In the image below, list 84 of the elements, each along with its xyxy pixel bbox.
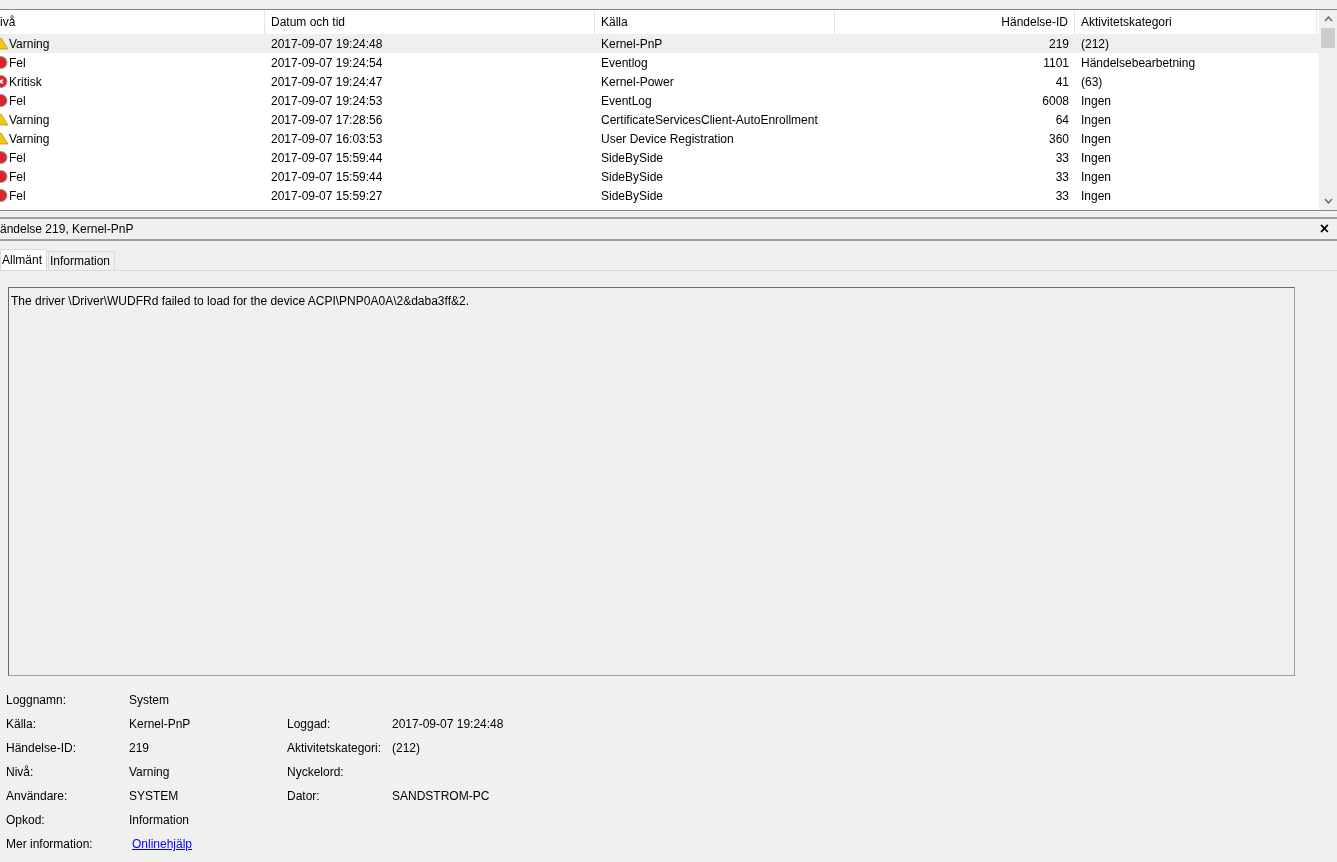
table-cell: 2017-09-07 19:24:47 — [271, 74, 383, 89]
field-label: Användare: — [6, 789, 69, 803]
error-icon — [0, 170, 8, 183]
field-label: Källa: — [6, 717, 38, 731]
scroll-down-icon[interactable] — [1323, 198, 1333, 204]
table-cell: EventLog — [601, 93, 652, 108]
tab[interactable]: Allmänt — [0, 249, 47, 270]
error-icon — [0, 151, 8, 164]
detail-title: ändelse 219, Kernel-PnP — [0, 222, 134, 236]
table-cell: 2017-09-07 16:03:53 — [271, 131, 383, 146]
table-cell: 6008 — [1042, 93, 1069, 108]
field-label: Loggad: — [287, 717, 332, 731]
table-cell: Eventlog — [601, 55, 648, 70]
help-link[interactable]: Onlinehjälp — [132, 837, 193, 851]
table-cell: SideBySide — [601, 150, 664, 165]
field-value: SYSTEM — [129, 789, 180, 803]
table-cell: Varning — [9, 36, 50, 51]
table-cell: SideBySide — [601, 169, 664, 184]
field-value: 2017-09-07 19:24:48 — [392, 717, 505, 731]
table-cell: 2017-09-07 15:59:27 — [271, 188, 383, 203]
field-value: Varning — [129, 765, 171, 779]
field-value: (212) — [392, 741, 421, 755]
field-label: Nyckelord: — [287, 765, 345, 779]
table-cell: Kritisk — [9, 74, 42, 89]
scroll-up-icon[interactable] — [1323, 16, 1333, 22]
field-value: Information — [129, 813, 191, 827]
table-cell: CertificateServicesClient-AutoEnrollment — [601, 112, 818, 127]
field-value: 219 — [129, 741, 151, 755]
table-cell: Varning — [9, 131, 50, 146]
table-cell: 1101 — [1043, 55, 1069, 70]
table-cell: 2017-09-07 19:24:48 — [271, 36, 383, 51]
field-value: Kernel-PnP — [129, 717, 192, 731]
field-value: System — [129, 693, 170, 707]
table-cell: 33 — [1055, 150, 1069, 165]
critical-icon — [0, 75, 8, 88]
table-cell: 2017-09-07 19:24:54 — [271, 55, 383, 70]
table-cell: Ingen — [1081, 188, 1112, 203]
table-cell: User Device Registration — [601, 131, 734, 146]
warning-icon — [0, 113, 8, 126]
table-cell: Kernel-Power — [601, 74, 674, 89]
table-cell: 2017-09-07 19:24:53 — [271, 93, 383, 108]
table-cell: Fel — [9, 150, 26, 165]
table-cell: Ingen — [1081, 169, 1112, 184]
table-cell: 64 — [1055, 112, 1069, 127]
event-row[interactable]: Varning 2017-09-07 19:24:48 Kernel-PnP 219 (212) — [0, 34, 1319, 53]
table-cell: 360 — [1048, 131, 1069, 146]
table-cell: Ingen — [1081, 93, 1112, 108]
table-cell: 2017-09-07 15:59:44 — [271, 169, 383, 184]
table-cell: Fel — [9, 93, 26, 108]
table-cell: (212) — [1081, 36, 1109, 51]
table-cell: 33 — [1055, 169, 1069, 184]
table-cell: Händelsebearbetning — [1081, 55, 1196, 70]
table-cell: SideBySide — [601, 188, 664, 203]
field-label: Opkod: — [6, 813, 46, 827]
table-cell: 2017-09-07 15:59:44 — [271, 150, 383, 165]
table-cell: Fel — [9, 188, 26, 203]
field-label: Dator: — [287, 789, 321, 803]
table-cell: Ingen — [1081, 150, 1112, 165]
table-cell: Ingen — [1081, 112, 1112, 127]
error-icon — [0, 189, 8, 202]
close-button[interactable]: × — [1319, 221, 1329, 237]
field-value: SANDSTROM-PC — [392, 789, 491, 803]
field-label: Loggnamn: — [6, 693, 68, 707]
tab[interactable]: Information — [48, 251, 116, 270]
warning-icon — [0, 132, 8, 145]
field-label: Händelse-ID: — [6, 741, 78, 755]
event-message: The driver \Driver\WUDFRd failed to load for the device ACPI\PNP0A0A\2&daba3ff&2. — [11, 294, 469, 308]
table-cell: Kernel-PnP — [601, 36, 663, 51]
table-cell: 41 — [1055, 74, 1069, 89]
table-cell: 219 — [1048, 36, 1069, 51]
table-cell: 33 — [1055, 188, 1069, 203]
error-icon — [0, 56, 8, 69]
error-icon — [0, 94, 8, 107]
table-cell: 2017-09-07 17:28:56 — [271, 112, 383, 127]
field-label: Aktivitetskategori: — [287, 741, 383, 755]
table-cell: (63) — [1081, 74, 1103, 89]
field-label: Mer information: — [6, 837, 94, 851]
table-cell: Fel — [9, 55, 26, 70]
table-cell: Varning — [9, 112, 50, 127]
table-cell: Fel — [9, 169, 26, 184]
table-cell: Ingen — [1081, 131, 1112, 146]
warning-icon — [0, 37, 8, 50]
field-label: Nivå: — [6, 765, 35, 779]
scrollbar-thumb[interactable] — [1321, 28, 1335, 48]
